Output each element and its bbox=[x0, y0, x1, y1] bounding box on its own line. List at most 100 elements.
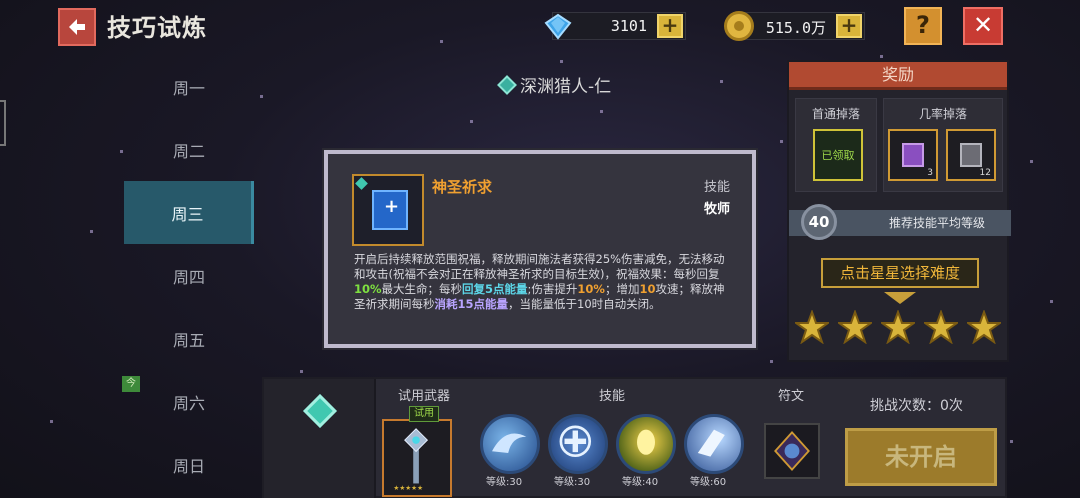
skill-description: 开启后持续释放范围祝福，释放期间施法者获得25%伤害减免，无法移动和攻击(祝福不… bbox=[354, 252, 734, 312]
coin-amount: 515.0万 bbox=[765, 19, 826, 37]
bg-star bbox=[560, 60, 563, 63]
trial-weapon-label: 试用武器 bbox=[398, 389, 451, 404]
description-segment: 10% bbox=[354, 282, 382, 296]
start-challenge-button[interactable]: 未开启 bbox=[845, 428, 997, 486]
fire-skill-icon bbox=[637, 429, 655, 455]
bg-star bbox=[90, 230, 93, 233]
star-icon[interactable] bbox=[838, 310, 872, 344]
page-title: 技巧试炼 bbox=[107, 14, 207, 42]
bg-star bbox=[440, 40, 443, 43]
day-tab-sat[interactable]: 今 周六 bbox=[122, 370, 254, 433]
description-segment: ，当能量低于10时自动关闭。 bbox=[508, 297, 661, 311]
skill-level: 等级:30 bbox=[554, 477, 591, 488]
description-segment: 开启后持续释放范围祝福，释放期间施法者获得25%伤害减免，无法移动和攻击(祝福不… bbox=[354, 252, 725, 281]
first-clear-label: 首通掉落 bbox=[811, 107, 860, 121]
skill-name: 神圣祈求 bbox=[432, 178, 493, 196]
skill-slot-1[interactable] bbox=[480, 414, 540, 474]
bg-star bbox=[780, 140, 783, 143]
description-segment: ；增加 bbox=[604, 282, 640, 296]
item-count: 3 bbox=[927, 168, 933, 178]
description-segment: 最大生命；每秒 bbox=[381, 282, 463, 296]
description-segment: 回复5点能量 bbox=[462, 282, 528, 296]
day-label: 周四 bbox=[172, 267, 205, 287]
today-badge: 今 bbox=[122, 376, 140, 392]
description-segment: 10% bbox=[577, 282, 605, 296]
bg-star bbox=[470, 120, 473, 123]
help-button[interactable]: ? bbox=[904, 7, 942, 45]
skill-level: 等级:40 bbox=[622, 477, 659, 488]
star-icon[interactable] bbox=[795, 310, 829, 344]
chance-item-slot[interactable]: 12 bbox=[946, 129, 996, 181]
stage-title: 深渊猎人-仁 bbox=[497, 72, 612, 97]
skill-slot-2[interactable] bbox=[548, 414, 608, 474]
gem-marker-icon bbox=[497, 74, 517, 95]
holy-book-icon bbox=[372, 190, 408, 230]
day-tab-thu[interactable]: 周四 bbox=[124, 244, 254, 307]
diamond-icon bbox=[544, 13, 572, 40]
down-arrow-icon bbox=[884, 292, 916, 304]
bg-star bbox=[50, 420, 53, 423]
add-coins-button[interactable]: + bbox=[836, 14, 862, 38]
bg-star bbox=[770, 360, 773, 363]
day-tab-tue[interactable]: 周二 bbox=[124, 118, 254, 181]
stage-gem-slot bbox=[264, 379, 376, 498]
weekday-list: 周一 周二 周三 周四 周五 今 周六 周日 bbox=[122, 55, 254, 496]
gem-counter: 3101 + bbox=[544, 12, 686, 40]
day-label: 周六 bbox=[172, 393, 205, 413]
bg-star bbox=[1030, 160, 1033, 163]
skill-slot-3[interactable] bbox=[616, 414, 676, 474]
recommended-level-label: 推荐技能平均等级 bbox=[888, 216, 985, 230]
item-count: 12 bbox=[979, 168, 991, 178]
trial-weapon-slot[interactable]: ★★★★★ bbox=[382, 419, 452, 497]
bg-star bbox=[260, 95, 263, 98]
skill-level: 等级:30 bbox=[486, 477, 523, 488]
select-difficulty-button[interactable]: 点击星星选择难度 bbox=[821, 258, 979, 288]
reward-title: 奖励 bbox=[789, 62, 1007, 90]
bg-star bbox=[120, 150, 123, 153]
claimed-status: 已领取 bbox=[821, 149, 855, 162]
skill-slot-4[interactable] bbox=[684, 414, 744, 474]
trial-badge: 试用 bbox=[409, 406, 439, 422]
rune-label: 符文 bbox=[778, 389, 805, 404]
star-icon[interactable] bbox=[967, 310, 1001, 344]
gem-corner-icon bbox=[355, 177, 368, 190]
bg-star bbox=[720, 80, 723, 83]
first-clear-drop: 首通掉落 已领取 bbox=[795, 98, 877, 192]
coin-icon bbox=[724, 11, 754, 41]
material-icon bbox=[960, 143, 982, 167]
rune-icon bbox=[774, 431, 810, 471]
day-label: 周一 bbox=[172, 78, 205, 98]
description-segment: 10 bbox=[639, 282, 656, 296]
wing-skill-icon bbox=[697, 429, 725, 457]
add-gems-button[interactable]: + bbox=[657, 14, 683, 38]
arrow-left-icon bbox=[69, 19, 85, 35]
skill-icon-frame bbox=[352, 174, 424, 246]
description-segment: ;伤害提升 bbox=[527, 282, 578, 296]
bg-star bbox=[300, 370, 303, 373]
star-icon[interactable] bbox=[924, 310, 958, 344]
description-segment: 消耗15点能量 bbox=[434, 297, 509, 311]
star-icon[interactable] bbox=[881, 310, 915, 344]
skills-label: 技能 bbox=[599, 389, 626, 404]
back-button[interactable] bbox=[58, 8, 96, 46]
stage-name-text: 深渊猎人-仁 bbox=[520, 77, 612, 97]
gem-amount: 3101 bbox=[610, 17, 647, 35]
day-tab-mon[interactable]: 周一 bbox=[124, 55, 254, 118]
rune-slot[interactable] bbox=[764, 423, 820, 479]
side-drawer-handle[interactable] bbox=[0, 100, 6, 146]
day-tab-sun[interactable]: 周日 bbox=[124, 433, 254, 496]
wave-skill-icon bbox=[492, 433, 527, 453]
day-tab-fri[interactable]: 周五 bbox=[124, 307, 254, 370]
claimed-reward-slot[interactable]: 已领取 bbox=[813, 129, 863, 181]
bg-star bbox=[1050, 300, 1053, 303]
chance-item-slot[interactable]: 3 bbox=[888, 129, 938, 181]
coin-counter: 515.0万 + bbox=[724, 11, 865, 41]
skill-class: 牧师 bbox=[703, 202, 730, 217]
level-badge: 40 bbox=[801, 204, 837, 240]
close-button[interactable]: ✕ bbox=[963, 7, 1003, 45]
loadout-panel: 试用武器 ★★★★★ 试用 技能 等级:30 等级:30 等级:40 等级:60… bbox=[262, 377, 1007, 498]
day-tab-wed[interactable]: 周三 bbox=[124, 181, 254, 244]
staff-weapon-icon: ★★★★★ bbox=[393, 428, 429, 492]
day-label: 周二 bbox=[172, 141, 205, 161]
challenge-count: 挑战次数：0次 bbox=[870, 398, 963, 414]
